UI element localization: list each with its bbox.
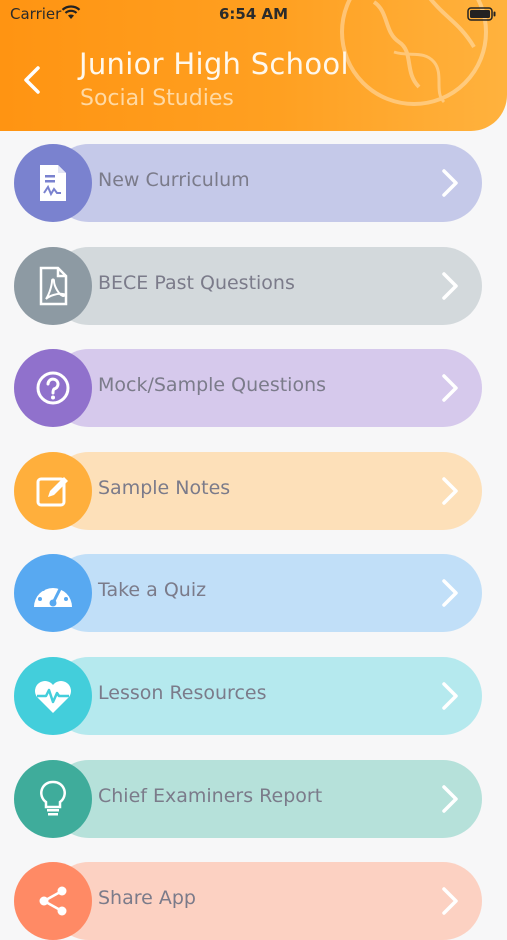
menu-item-share-app[interactable]: Share App — [14, 862, 482, 940]
gauge-icon — [14, 554, 92, 632]
menu-item-lesson-resources[interactable]: Lesson Resources — [14, 657, 482, 735]
menu-item-bece-past-questions[interactable]: BECE Past Questions — [14, 247, 482, 325]
menu-item-label: New Curriculum — [98, 169, 250, 191]
chevron-right-icon — [442, 785, 458, 813]
menu-item-mock-sample-questions[interactable]: Mock/Sample Questions — [14, 349, 482, 427]
menu-item-label: Lesson Resources — [98, 682, 267, 704]
menu-item-new-curriculum[interactable]: New Curriculum — [14, 144, 482, 222]
page-title: Junior High School — [79, 47, 349, 81]
chevron-right-icon — [442, 374, 458, 402]
chevron-right-icon — [442, 169, 458, 197]
menu-item-take-a-quiz[interactable]: Take a Quiz — [14, 554, 482, 632]
chevron-right-icon — [442, 477, 458, 505]
menu-item-label: Mock/Sample Questions — [98, 374, 327, 396]
menu-item-sample-notes[interactable]: Sample Notes — [14, 452, 482, 530]
page-subtitle: Social Studies — [80, 86, 234, 111]
menu-item-label: Take a Quiz — [98, 579, 207, 601]
chevron-right-icon — [442, 272, 458, 300]
share-icon — [14, 862, 92, 940]
heartbeat-icon — [14, 657, 92, 735]
battery-icon — [467, 7, 496, 21]
lightbulb-icon — [14, 760, 92, 838]
menu-item-label: BECE Past Questions — [98, 272, 295, 294]
document-icon — [14, 144, 92, 222]
pdf-icon — [14, 247, 92, 325]
menu-item-chief-examiners-report[interactable]: Chief Examiners Report — [14, 760, 482, 838]
edit-icon — [14, 452, 92, 530]
chevron-right-icon — [442, 579, 458, 607]
chevron-right-icon — [442, 887, 458, 915]
clock: 6:54 AM — [218, 5, 289, 23]
menu-item-label: Chief Examiners Report — [98, 785, 323, 807]
status-bar: Carrier 6:54 AM — [0, 0, 507, 30]
menu-item-label: Share App — [98, 887, 196, 909]
menu-item-label: Sample Notes — [98, 477, 231, 499]
header: Carrier 6:54 AM Junior High School Socia… — [0, 0, 507, 131]
back-button[interactable] — [18, 64, 48, 96]
chevron-right-icon — [442, 682, 458, 710]
question-icon — [14, 349, 92, 427]
